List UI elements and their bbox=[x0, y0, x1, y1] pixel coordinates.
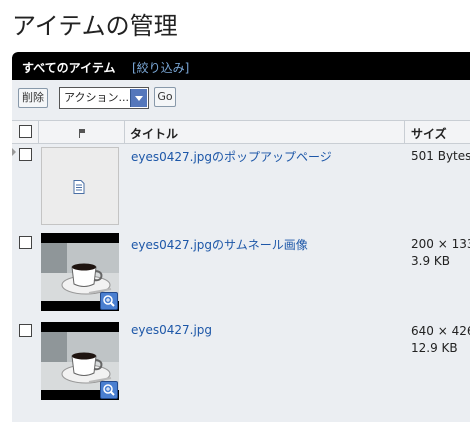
action-select-value: アクション... bbox=[64, 91, 129, 104]
toolbar: 削除 アクション... Go bbox=[12, 80, 470, 120]
table-row: eyes0427.jpgのポップアップページ 501 Bytes bbox=[12, 143, 470, 231]
row-checkbox[interactable] bbox=[19, 236, 32, 249]
column-divider bbox=[124, 121, 125, 143]
row-checkbox[interactable] bbox=[19, 148, 32, 161]
go-button[interactable]: Go bbox=[154, 87, 176, 107]
items-panel: すべてのアイテム [絞り込み] 削除 アクション... Go タイトル サイズ bbox=[12, 52, 470, 422]
action-select[interactable]: アクション... bbox=[59, 87, 149, 109]
item-size: 3.9 KB bbox=[411, 254, 450, 268]
panel-header-title: すべてのアイテム bbox=[22, 61, 116, 75]
column-title-header[interactable]: タイトル bbox=[130, 125, 178, 142]
table-header: タイトル サイズ bbox=[12, 120, 470, 144]
chevron-down-icon[interactable] bbox=[130, 89, 147, 107]
row-checkbox[interactable] bbox=[19, 324, 32, 337]
item-size: 12.9 KB bbox=[411, 341, 458, 355]
thumbnail-image[interactable] bbox=[41, 322, 119, 400]
column-divider bbox=[404, 121, 405, 143]
select-all-checkbox[interactable] bbox=[19, 125, 32, 138]
item-title-link[interactable]: eyes0427.jpgのポップアップページ bbox=[131, 148, 332, 165]
item-title-link[interactable]: eyes0427.jpg bbox=[131, 323, 212, 337]
filter-link[interactable]: [絞り込み] bbox=[132, 59, 189, 76]
column-divider bbox=[38, 121, 39, 143]
zoom-icon[interactable] bbox=[100, 292, 118, 310]
panel-header: すべてのアイテム [絞り込み] bbox=[12, 52, 470, 80]
item-dimensions: 640 × 426 bbox=[411, 324, 470, 338]
flag-icon[interactable] bbox=[78, 127, 86, 141]
thumbnail-placeholder[interactable] bbox=[41, 147, 119, 225]
thumbnail-image[interactable] bbox=[41, 233, 119, 311]
page-title: アイテムの管理 bbox=[12, 12, 178, 40]
table-row: eyes0427.jpg 640 × 426 12.9 KB bbox=[12, 319, 470, 409]
item-size: 501 Bytes bbox=[411, 149, 470, 163]
document-icon bbox=[73, 179, 85, 198]
zoom-icon[interactable] bbox=[100, 381, 118, 399]
item-title-link[interactable]: eyes0427.jpgのサムネール画像 bbox=[131, 236, 308, 253]
row-pointer-icon bbox=[12, 148, 16, 156]
table-row: eyes0427.jpgのサムネール画像 200 × 133 3.9 KB bbox=[12, 231, 470, 319]
column-size-header[interactable]: サイズ bbox=[411, 125, 447, 142]
item-dimensions: 200 × 133 bbox=[411, 237, 470, 251]
delete-button[interactable]: 削除 bbox=[18, 88, 48, 108]
items-table: タイトル サイズ eyes0427.jpgのポップアップページ 501 Byte… bbox=[12, 120, 470, 422]
